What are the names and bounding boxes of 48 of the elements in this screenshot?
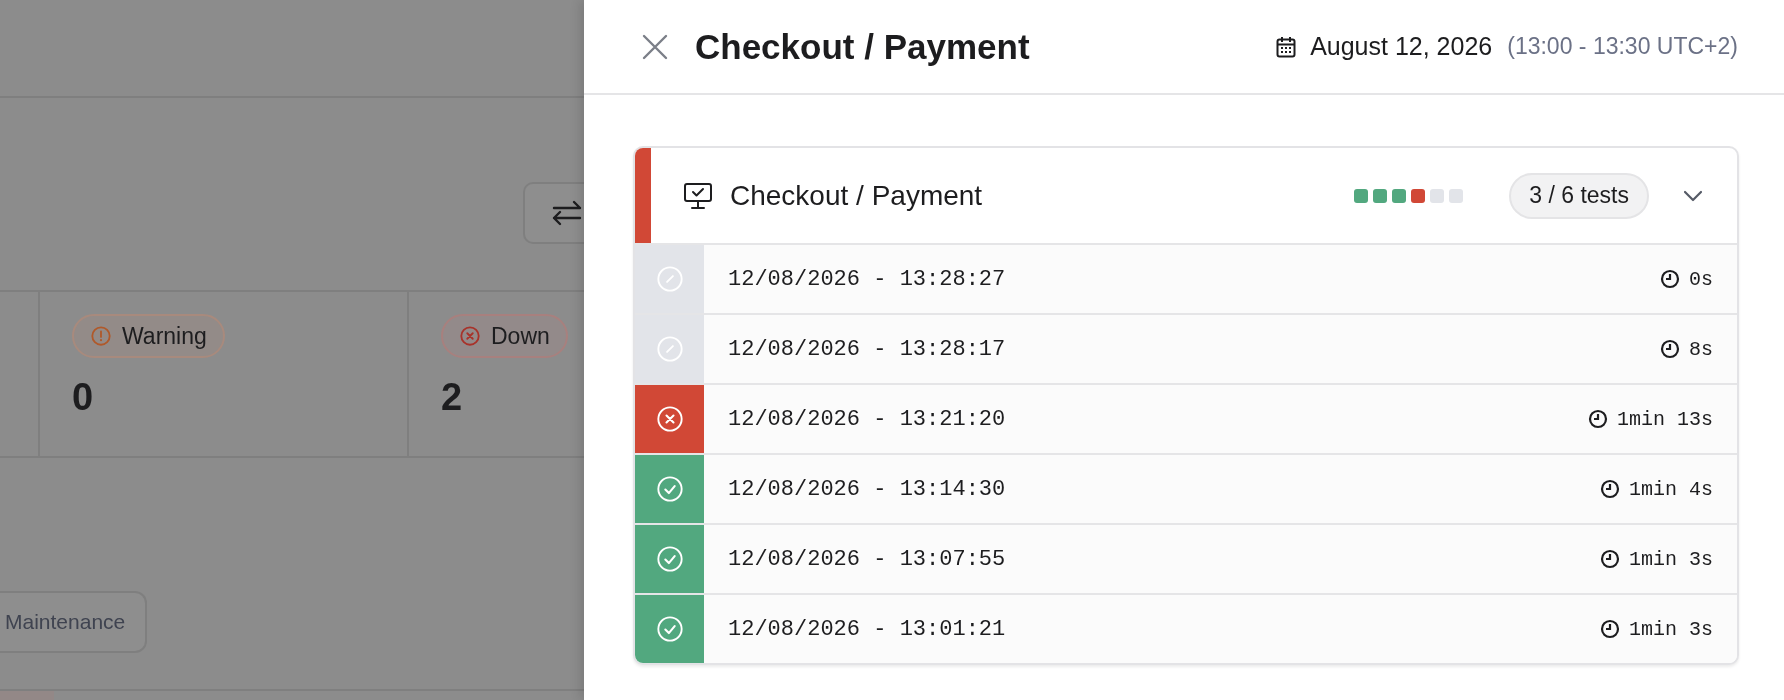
x-circle-icon bbox=[655, 405, 684, 433]
check-circle-icon bbox=[655, 545, 684, 573]
run-row[interactable]: 12/08/2026 - 13:28:27 0s bbox=[635, 243, 1737, 313]
calendar-icon bbox=[1276, 35, 1297, 58]
run-duration: 0s bbox=[1689, 267, 1713, 291]
run-duration: 8s bbox=[1689, 337, 1713, 361]
run-timestamp: 12/08/2026 - 13:07:55 bbox=[728, 546, 1007, 572]
status-label: Down bbox=[491, 322, 550, 350]
run-duration: 1min 3s bbox=[1629, 547, 1713, 571]
run-timestamp: 12/08/2026 - 13:14:30 bbox=[728, 476, 1007, 502]
run-row[interactable]: 12/08/2026 - 13:21:20 1min 13s bbox=[635, 383, 1737, 453]
run-timestamp: 12/08/2026 - 13:01:21 bbox=[728, 616, 1007, 642]
run-timestamp: 12/08/2026 - 13:21:20 bbox=[728, 406, 1007, 432]
status-count: 2 bbox=[441, 376, 464, 419]
date-label: August 12, 2026 bbox=[1310, 32, 1493, 61]
chevron-down-icon bbox=[1683, 189, 1703, 202]
run-timestamp: 12/08/2026 - 13:28:17 bbox=[728, 336, 1007, 362]
card-title: Checkout / Payment bbox=[730, 179, 984, 212]
close-icon bbox=[641, 32, 669, 61]
clock-icon bbox=[1588, 409, 1608, 429]
swap-arrows-icon bbox=[550, 198, 584, 228]
run-row[interactable]: 12/08/2026 - 13:01:21 1min 3s bbox=[635, 593, 1737, 663]
run-row[interactable]: 12/08/2026 - 13:07:55 1min 3s bbox=[635, 523, 1737, 593]
check-circle-icon bbox=[655, 615, 684, 643]
run-row[interactable]: 12/08/2026 - 13:28:17 8s bbox=[635, 313, 1737, 383]
slash-circle-icon bbox=[655, 265, 684, 293]
status-label: Warning bbox=[122, 322, 207, 350]
run-duration: 1min 3s bbox=[1629, 617, 1713, 641]
run-duration: 1min 4s bbox=[1629, 477, 1713, 501]
x-circle-icon bbox=[459, 325, 481, 347]
clock-icon bbox=[1660, 269, 1680, 289]
swap-button[interactable] bbox=[523, 182, 584, 244]
status-count: 0 bbox=[72, 376, 95, 419]
run-duration: 1min 13s bbox=[1617, 407, 1713, 431]
check-circle-icon bbox=[655, 475, 684, 503]
time-range: (13:00 - 13:30 UTC+2) bbox=[1507, 33, 1738, 60]
panel-title: Checkout / Payment bbox=[695, 26, 1031, 67]
clock-icon bbox=[1600, 619, 1620, 639]
run-timestamp: 12/08/2026 - 13:28:27 bbox=[728, 266, 1007, 292]
slash-circle-icon bbox=[655, 335, 684, 363]
alert-circle-icon bbox=[90, 325, 112, 347]
clock-icon bbox=[1600, 549, 1620, 569]
clock-icon bbox=[1660, 339, 1680, 359]
run-row[interactable]: 12/08/2026 - 13:14:30 1min 4s bbox=[635, 453, 1737, 523]
clock-icon bbox=[1600, 479, 1620, 499]
close-button[interactable] bbox=[641, 32, 669, 61]
tests-count-badge: 3 / 6 tests bbox=[1509, 172, 1649, 219]
monitor-check-icon bbox=[683, 181, 713, 210]
